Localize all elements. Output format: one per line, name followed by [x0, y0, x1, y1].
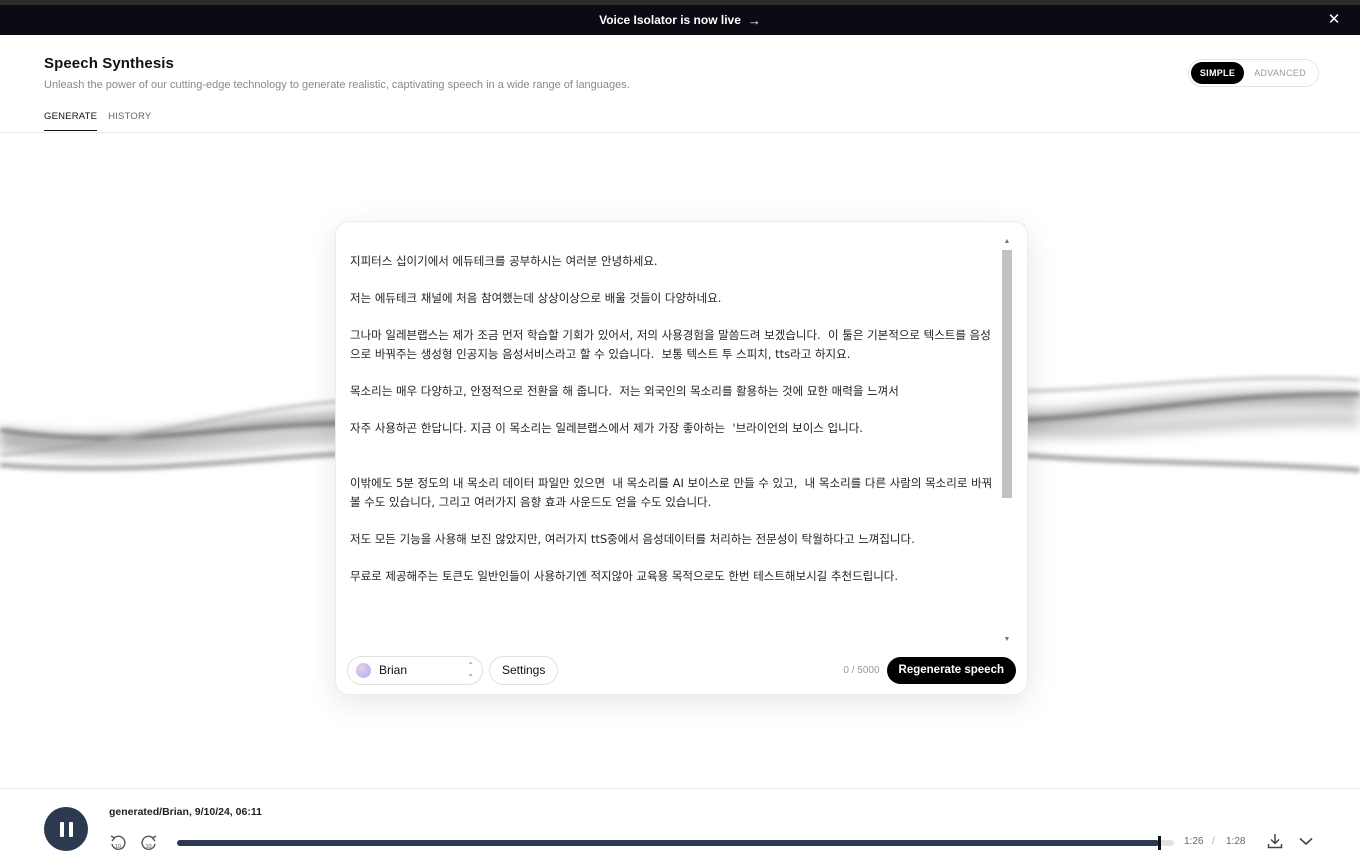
progress-fill	[177, 840, 1160, 846]
banner-text[interactable]: Voice Isolator is now live	[599, 13, 741, 27]
progress-handle[interactable]	[1157, 836, 1161, 850]
text-paragraph: 지피터스 십이기에서 에듀테크를 공부하시는 여러분 안녕하세요.	[350, 254, 658, 268]
mode-advanced-button[interactable]: ADVANCED	[1244, 62, 1316, 84]
current-time: 1:26	[1184, 836, 1204, 847]
voice-name: Brian	[379, 663, 408, 677]
close-icon[interactable]: ✕	[1326, 12, 1342, 28]
character-count: 0 / 5000	[843, 664, 880, 676]
pause-icon	[59, 821, 64, 837]
mode-toggle: SIMPLE ADVANCED	[1188, 59, 1319, 87]
text-paragraph: 자주 사용하곤 한답니다. 지금 이 목소리는 일레븐랩스에서 제가 가장 좋아…	[350, 420, 863, 435]
forward-10-icon[interactable]: 10	[140, 834, 158, 852]
track-name: generated/Brian, 9/10/24, 06:11	[109, 806, 262, 818]
playback-progress-bar[interactable]	[177, 836, 1174, 850]
tabs-divider	[0, 132, 1360, 133]
scroll-down-icon[interactable]: ▼	[1001, 634, 1013, 646]
text-paragraph: 목소리는 매우 다양하고, 안정적으로 전환을 해 줍니다. 저는 외국인의 목…	[350, 383, 899, 398]
pause-icon	[68, 821, 73, 837]
arrow-right-icon: →	[747, 12, 761, 28]
chevron-down-icon[interactable]	[1297, 832, 1315, 850]
text-paragraph: 저도 모든 기능을 사용해 보진 않았지만, 여러가지 ttS중에서 음성데이터…	[350, 531, 915, 546]
scrollbar-thumb[interactable]	[1002, 250, 1012, 498]
text-editor-card: 지피터스 십이기에서 에듀테크를 공부하시는 여러분 안녕하세요. 저는 에듀테…	[335, 221, 1028, 695]
voice-avatar-icon	[356, 662, 371, 678]
announcement-banner[interactable]: Voice Isolator is now live → ✕	[0, 5, 1360, 35]
mode-simple-button[interactable]: SIMPLE	[1191, 62, 1244, 84]
tab-history[interactable]: HISTORY	[108, 111, 151, 131]
tab-bar: GENERATE HISTORY	[44, 111, 162, 131]
chevron-up-down-icon: ⌃ ⌄	[467, 661, 474, 678]
text-paragraph: 이밖에도 5분 정도의 내 목소리 데이터 파일만 있으면 내 목소리를 AI …	[350, 476, 993, 509]
text-input-area[interactable]: 지피터스 십이기에서 에듀테크를 공부하시는 여러분 안녕하세요. 저는 에듀테…	[350, 252, 995, 640]
svg-text:10: 10	[115, 844, 121, 850]
svg-text:10: 10	[146, 844, 152, 850]
rewind-10-icon[interactable]: 10	[109, 834, 127, 852]
total-time: 1:28	[1226, 836, 1246, 847]
page-subtitle: Unleash the power of our cutting-edge te…	[44, 79, 630, 91]
download-icon[interactable]	[1266, 832, 1284, 850]
editor-scrollbar[interactable]: ▲ ▼	[1001, 236, 1013, 646]
text-paragraph: 무료로 제공해주는 토큰도 일반인들이 사용하기엔 적지않아 교육용 목적으로도…	[350, 568, 899, 583]
pause-button[interactable]	[44, 807, 88, 851]
text-paragraph: 그나마 일레븐랩스는 제가 조금 먼저 학습할 기회가 있어서, 저의 사용경험…	[350, 328, 991, 361]
time-separator: /	[1212, 836, 1215, 847]
voice-select[interactable]: Brian ⌃ ⌄	[347, 655, 483, 685]
tab-generate[interactable]: GENERATE	[44, 111, 98, 131]
regenerate-speech-button[interactable]: Regenerate speech	[886, 656, 1016, 684]
settings-button[interactable]: Settings	[489, 655, 559, 685]
player-divider	[0, 788, 1360, 789]
text-paragraph	[350, 456, 995, 475]
editor-footer: Brian ⌃ ⌄ Settings 0 / 5000 Regenerate sp…	[347, 655, 1016, 685]
text-paragraph: 저는 에듀테크 채널에 처음 참여했는데 상상이상으로 배울 것들이 다양하네요…	[350, 291, 722, 305]
page-header: Speech Synthesis Unleash the power of ou…	[44, 55, 630, 91]
page-title: Speech Synthesis	[44, 55, 174, 72]
scroll-up-icon[interactable]: ▲	[1001, 236, 1013, 248]
